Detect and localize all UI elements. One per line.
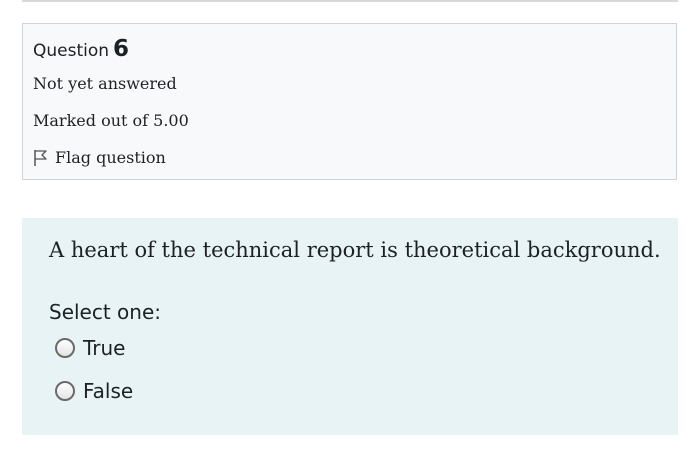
question-grade: Marked out of 5.00 [33,111,189,130]
answer-option-true[interactable]: True [55,336,125,360]
radio-button-true[interactable] [55,338,75,358]
question-number: 6 [113,36,130,62]
question-state: Not yet answered [33,74,177,93]
question-label: Question [33,41,110,61]
flag-question-link[interactable]: Flag question [33,148,166,167]
divider [22,0,678,2]
answer-option-false[interactable]: False [55,379,133,403]
answer-prompt: Select one: [49,300,162,324]
question-text: A heart of the technical report is theor… [49,238,661,262]
answer-option-label: True [83,336,126,360]
question-heading: Question 6 [33,36,129,62]
flag-question-label: Flag question [55,148,166,167]
question-content-panel: A heart of the technical report is theor… [22,218,678,435]
flag-icon [33,149,49,167]
radio-button-false[interactable] [55,381,75,401]
answer-option-label: False [83,379,134,403]
question-info-panel: Question 6 Not yet answered Marked out of… [22,23,677,180]
